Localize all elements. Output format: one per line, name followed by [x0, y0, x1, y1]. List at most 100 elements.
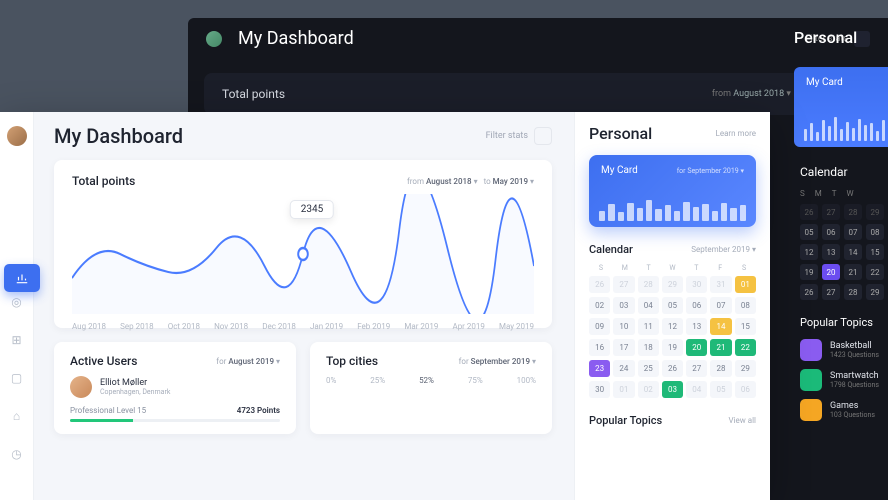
- calendar-month[interactable]: September 2019 ▾: [691, 245, 756, 254]
- calendar-day[interactable]: 01: [613, 381, 634, 398]
- calendar-day[interactable]: 27: [613, 276, 634, 293]
- sidebar-item-1[interactable]: ◎: [7, 292, 27, 312]
- calendar-day[interactable]: 23: [589, 360, 610, 377]
- calendar-day[interactable]: 21: [844, 264, 862, 280]
- active-users-period[interactable]: for August 2019 ▾: [216, 357, 280, 366]
- pct-label: 25%: [370, 376, 385, 385]
- calendar-day[interactable]: 24: [613, 360, 634, 377]
- calendar-day[interactable]: 27: [822, 204, 840, 220]
- calendar-day[interactable]: 01: [735, 276, 756, 293]
- calendar-day[interactable]: 16: [589, 339, 610, 356]
- my-card-widget[interactable]: My Card for September 2019 ▾: [589, 155, 756, 227]
- calendar-day[interactable]: 30: [589, 381, 610, 398]
- calendar-day[interactable]: 26: [589, 276, 610, 293]
- calendar-day[interactable]: 06: [686, 297, 707, 314]
- calendar-day[interactable]: 04: [638, 297, 659, 314]
- topic-item[interactable]: Basketball1423 Questions: [800, 339, 888, 361]
- active-users-card: Active Users for August 2019 ▾ Elliot Mø…: [54, 342, 296, 434]
- calendar-day[interactable]: 14: [844, 244, 862, 260]
- calendar-day[interactable]: 10: [613, 318, 634, 335]
- calendar-day[interactable]: 05: [662, 297, 683, 314]
- calendar-day[interactable]: 13: [686, 318, 707, 335]
- calendar-day[interactable]: 26: [662, 360, 683, 377]
- sidebar-item-4[interactable]: ⌂: [7, 406, 27, 426]
- personal-panel: Personal Learn more My Card for Septembe…: [574, 112, 770, 500]
- filter-icon[interactable]: [534, 127, 552, 145]
- top-cities-period[interactable]: for September 2019 ▾: [459, 357, 536, 366]
- calendar-day[interactable]: 11: [638, 318, 659, 335]
- calendar-widget: Calendar September 2019 ▾ SMTWTFS 262728…: [589, 243, 756, 398]
- calendar-day[interactable]: 28: [638, 276, 659, 293]
- calendar-day[interactable]: 05: [710, 381, 731, 398]
- calendar-day[interactable]: 27: [822, 284, 840, 300]
- filter-label[interactable]: Filter stats: [486, 131, 528, 141]
- calendar-day[interactable]: 02: [589, 297, 610, 314]
- calendar-dow: SMTW: [800, 189, 888, 198]
- calendar-day[interactable]: 29: [662, 276, 683, 293]
- calendar-day[interactable]: 03: [613, 297, 634, 314]
- date-range[interactable]: from August 2018 ▾ to May 2019 ▾: [407, 177, 534, 186]
- calendar-day[interactable]: 28: [710, 360, 731, 377]
- user-location: Copenhagen, Denmark: [100, 388, 170, 396]
- calendar-day[interactable]: 12: [800, 244, 818, 260]
- calendar-day[interactable]: 29: [866, 204, 884, 220]
- my-card-period[interactable]: for September 2019 ▾: [677, 167, 744, 175]
- calendar-day[interactable]: 14: [710, 318, 731, 335]
- calendar-day[interactable]: 06: [735, 381, 756, 398]
- calendar-day[interactable]: 08: [735, 297, 756, 314]
- xaxis-label: Feb 2019: [357, 322, 390, 331]
- xaxis-label: Jan 2019: [310, 322, 343, 331]
- calendar-day[interactable]: 07: [710, 297, 731, 314]
- calendar-day[interactable]: 09: [589, 318, 610, 335]
- calendar-day[interactable]: 02: [638, 381, 659, 398]
- calendar-day[interactable]: 18: [638, 339, 659, 356]
- avatar[interactable]: [206, 31, 222, 47]
- calendar-day[interactable]: 03: [662, 381, 683, 398]
- view-all-link[interactable]: View all: [728, 416, 756, 425]
- calendar-day[interactable]: 26: [800, 204, 818, 220]
- sidebar-item-5[interactable]: ◷: [7, 444, 27, 464]
- calendar-title: Calendar: [800, 165, 888, 179]
- calendar-day[interactable]: 20: [822, 264, 840, 280]
- calendar-day[interactable]: 13: [822, 244, 840, 260]
- calendar-day[interactable]: 22: [735, 339, 756, 356]
- user-level: Professional Level 15: [70, 406, 237, 415]
- calendar-day[interactable]: 17: [613, 339, 634, 356]
- sidebar-item-2[interactable]: ⊞: [7, 330, 27, 350]
- calendar-day[interactable]: 08: [866, 224, 884, 240]
- user-avatar: [70, 376, 92, 398]
- calendar-day[interactable]: 27: [686, 360, 707, 377]
- calendar-day[interactable]: 29: [866, 284, 884, 300]
- calendar-day[interactable]: 15: [735, 318, 756, 335]
- calendar-day[interactable]: 20: [686, 339, 707, 356]
- sidebar-item-analytics[interactable]: [4, 264, 40, 292]
- learn-more-link[interactable]: Learn more: [716, 129, 756, 138]
- user-name: Elliot Møller: [100, 378, 170, 388]
- calendar-day[interactable]: 04: [686, 381, 707, 398]
- calendar-day[interactable]: 05: [800, 224, 818, 240]
- progress-bar: [70, 419, 280, 422]
- topic-item[interactable]: Smartwatch1798 Questions: [800, 369, 888, 391]
- sidebar-item-3[interactable]: ▢: [7, 368, 27, 388]
- user-row[interactable]: Elliot Møller Copenhagen, Denmark: [70, 376, 280, 398]
- calendar-day[interactable]: 30: [686, 276, 707, 293]
- calendar-day[interactable]: 06: [822, 224, 840, 240]
- calendar-day[interactable]: 25: [638, 360, 659, 377]
- calendar-day[interactable]: 12: [662, 318, 683, 335]
- topic-item[interactable]: Games103 Questions: [800, 399, 888, 421]
- calendar-day[interactable]: 28: [844, 204, 862, 220]
- calendar-day[interactable]: 26: [800, 284, 818, 300]
- calendar-day[interactable]: 19: [662, 339, 683, 356]
- avatar[interactable]: [7, 126, 27, 146]
- calendar-day[interactable]: 31: [710, 276, 731, 293]
- calendar-day[interactable]: 22: [866, 264, 884, 280]
- calendar-day[interactable]: 07: [844, 224, 862, 240]
- sidebar: ◎ ⊞ ▢ ⌂ ◷: [0, 112, 34, 500]
- calendar-day[interactable]: 15: [866, 244, 884, 260]
- calendar-day[interactable]: 29: [735, 360, 756, 377]
- calendar-day[interactable]: 19: [800, 264, 818, 280]
- calendar-day[interactable]: 28: [844, 284, 862, 300]
- topics-title: Popular Topics: [589, 414, 728, 427]
- calendar-day[interactable]: 21: [710, 339, 731, 356]
- my-card-widget[interactable]: My Card: [794, 67, 888, 147]
